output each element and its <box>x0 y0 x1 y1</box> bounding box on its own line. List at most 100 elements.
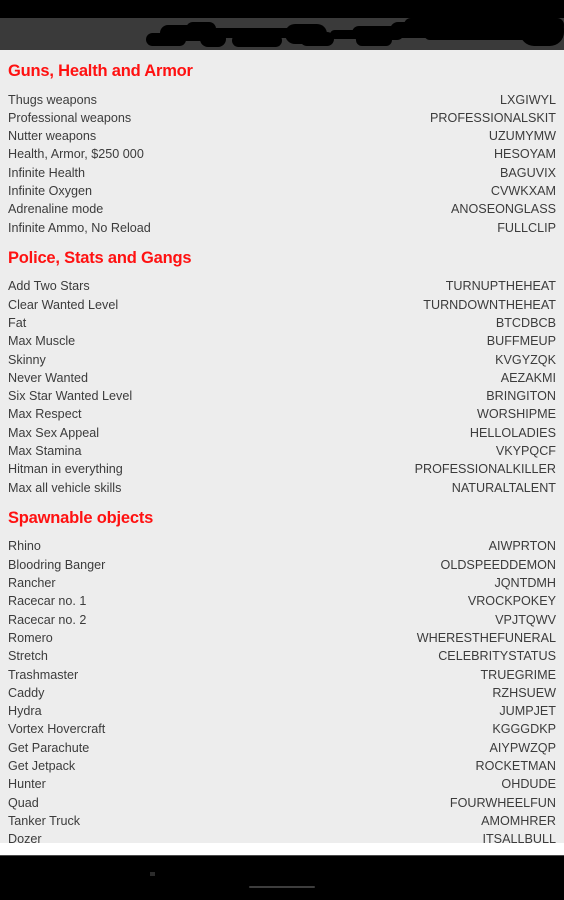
table-row[interactable]: Racecar no. 2 VPJTQWV <box>8 611 556 629</box>
table-row[interactable]: Hitman in everything PROFESSIONALKILLER <box>8 460 556 478</box>
cheat-code: UZUMYMW <box>488 129 556 144</box>
table-row[interactable]: Add Two Stars TURNUPTHEHEAT <box>8 277 556 295</box>
cheat-code: KGGGDKP <box>492 722 556 737</box>
table-row[interactable]: Nutter weapons UZUMYMW <box>8 127 556 145</box>
cheat-label: Infinite Ammo, No Reload <box>8 220 151 235</box>
cheat-label: Add Two Stars <box>8 279 90 294</box>
section-title: Police, Stats and Gangs <box>8 248 192 267</box>
home-indicator[interactable] <box>249 886 315 888</box>
table-row[interactable]: Caddy RZHSUEW <box>8 684 556 702</box>
table-row[interactable]: Adrenaline mode ANOSEONGLASS <box>8 200 556 218</box>
table-row[interactable]: Six Star Wanted Level BRINGITON <box>8 387 556 405</box>
redaction-blob <box>232 34 282 47</box>
cheat-code: HELLOLADIES <box>469 425 556 440</box>
cheat-code: FOURWHEELFUN <box>449 795 556 810</box>
table-row[interactable]: Trashmaster TRUEGRIME <box>8 666 556 684</box>
cheat-code: BRINGITON <box>486 389 556 404</box>
cheat-code: VPJTQWV <box>495 612 556 627</box>
table-row[interactable]: Max Stamina VKYPQCF <box>8 442 556 460</box>
table-row[interactable]: Tanker Truck AMOMHRER <box>8 812 556 830</box>
section-police-stats-gangs: Police, Stats and Gangs Add Two Stars TUR… <box>8 237 556 497</box>
table-row[interactable]: Romero WHERESTHEFUNERAL <box>8 629 556 647</box>
cheat-code: VROCKPOKEY <box>467 594 556 609</box>
table-row[interactable]: Never Wanted AEZAKMI <box>8 369 556 387</box>
cheat-label: Bloodring Banger <box>8 557 106 572</box>
table-row[interactable]: Professional weapons PROFESSIONALSKIT <box>8 109 556 127</box>
content-bottom-gap <box>0 843 564 855</box>
cheat-code: BUFFMEUP <box>486 334 556 349</box>
cheat-code: WHERESTHEFUNERAL <box>416 630 556 645</box>
cheat-label: Clear Wanted Level <box>8 297 119 312</box>
section-title: Spawnable objects <box>8 508 154 527</box>
table-row[interactable]: Quad FOURWHEELFUN <box>8 794 556 812</box>
table-row[interactable]: Dozer ITSALLBULL <box>8 830 556 843</box>
table-row[interactable]: Rhino AIWPRTON <box>8 537 556 555</box>
cheat-label: Infinite Health <box>8 165 86 180</box>
table-row[interactable]: Bloodring Banger OLDSPEEDDEMON <box>8 556 556 574</box>
table-row[interactable]: Infinite Oxygen CVWKXAM <box>8 182 556 200</box>
cheat-code: ITSALLBULL <box>482 832 556 843</box>
cheat-code: AMOMHRER <box>481 813 556 828</box>
cheat-code: BAGUVIX <box>500 165 556 180</box>
cheat-label: Tanker Truck <box>8 813 81 828</box>
cheat-label: Adrenaline mode <box>8 202 104 217</box>
table-row[interactable]: Max Respect WORSHIPME <box>8 405 556 423</box>
cheat-code: ROCKETMAN <box>475 759 556 773</box>
cheat-label: Professional weapons <box>8 110 132 125</box>
cheat-code: HESOYAM <box>493 147 556 162</box>
nav-bar-artifact <box>150 872 155 876</box>
table-row[interactable]: Get Parachute AIYPWZQP <box>8 739 556 757</box>
cheat-label: Max Stamina <box>8 444 82 459</box>
cheat-list[interactable]: Guns, Health and Armor Thugs weapons LXGI… <box>0 50 564 843</box>
table-row[interactable]: Get Jetpack ROCKETMAN <box>8 757 556 775</box>
cheat-label: Racecar no. 2 <box>8 612 87 627</box>
cheat-code: VKYPQCF <box>495 444 556 459</box>
cheat-code: PROFESSIONALSKIT <box>430 110 556 125</box>
section-guns-health-armor: Guns, Health and Armor Thugs weapons LXGI… <box>8 50 556 237</box>
cheat-code: TURNDOWNTHEHEAT <box>423 297 556 312</box>
table-row[interactable]: Thugs weapons LXGIWYL <box>8 91 556 109</box>
cheat-label: Max Respect <box>8 407 82 422</box>
section-spawnable-objects: Spawnable objects Rhino AIWPRTON Bloodrin… <box>8 497 556 843</box>
table-row[interactable]: Max all vehicle skills NATURALTALENT <box>8 479 556 497</box>
table-row[interactable]: Vortex Hovercraft KGGGDKP <box>8 720 556 738</box>
system-navigation-bar[interactable] <box>0 855 564 900</box>
table-row[interactable]: Hydra JUMPJET <box>8 702 556 720</box>
cheat-code: AIWPRTON <box>488 539 556 554</box>
cheat-code: JUMPJET <box>499 704 556 719</box>
cheat-code: OLDSPEEDDEMON <box>440 557 556 572</box>
cheat-label: Rhino <box>8 539 41 554</box>
cheat-label: Six Star Wanted Level <box>8 389 133 404</box>
cheat-label: Never Wanted <box>8 370 89 385</box>
cheat-label: Vortex Hovercraft <box>8 722 106 737</box>
cheat-code: CELEBRITYSTATUS <box>438 649 556 664</box>
table-row[interactable]: Rancher JQNTDMH <box>8 574 556 592</box>
cheat-label: Hitman in everything <box>8 462 123 477</box>
table-row[interactable]: Racecar no. 1 VROCKPOKEY <box>8 592 556 610</box>
table-row[interactable]: Max Muscle BUFFMEUP <box>8 332 556 350</box>
cheat-code: JQNTDMH <box>494 576 556 591</box>
table-row[interactable]: Fat BTCDBCB <box>8 314 556 332</box>
table-row[interactable]: Stretch CELEBRITYSTATUS <box>8 647 556 665</box>
cheat-label: Trashmaster <box>8 667 79 682</box>
cheat-code: LXGIWYL <box>500 92 556 107</box>
table-row[interactable]: Clear Wanted Level TURNDOWNTHEHEAT <box>8 296 556 314</box>
table-row[interactable]: Infinite Health BAGUVIX <box>8 164 556 182</box>
cheat-label: Infinite Oxygen <box>8 183 93 198</box>
table-row[interactable]: Infinite Ammo, No Reload FULLCLIP <box>8 219 556 237</box>
table-row[interactable]: Hunter OHDUDE <box>8 775 556 793</box>
cheat-label: Romero <box>8 630 53 645</box>
table-row[interactable]: Skinny KVGYZQK <box>8 351 556 369</box>
redaction-blob <box>520 18 564 46</box>
cheat-label: Nutter weapons <box>8 129 97 144</box>
redaction-blob <box>300 32 334 46</box>
cheat-code: NATURALTALENT <box>451 480 556 495</box>
app-toolbar[interactable] <box>0 18 564 50</box>
cheat-label: Hunter <box>8 777 46 792</box>
cheat-label: Skinny <box>8 352 46 367</box>
cheat-code: WORSHIPME <box>476 407 556 422</box>
table-row[interactable]: Max Sex Appeal HELLOLADIES <box>8 424 556 442</box>
cheat-label: Caddy <box>8 685 45 700</box>
cheat-label: Dozer <box>8 832 42 843</box>
table-row[interactable]: Health, Armor, $250 000 HESOYAM <box>8 145 556 163</box>
